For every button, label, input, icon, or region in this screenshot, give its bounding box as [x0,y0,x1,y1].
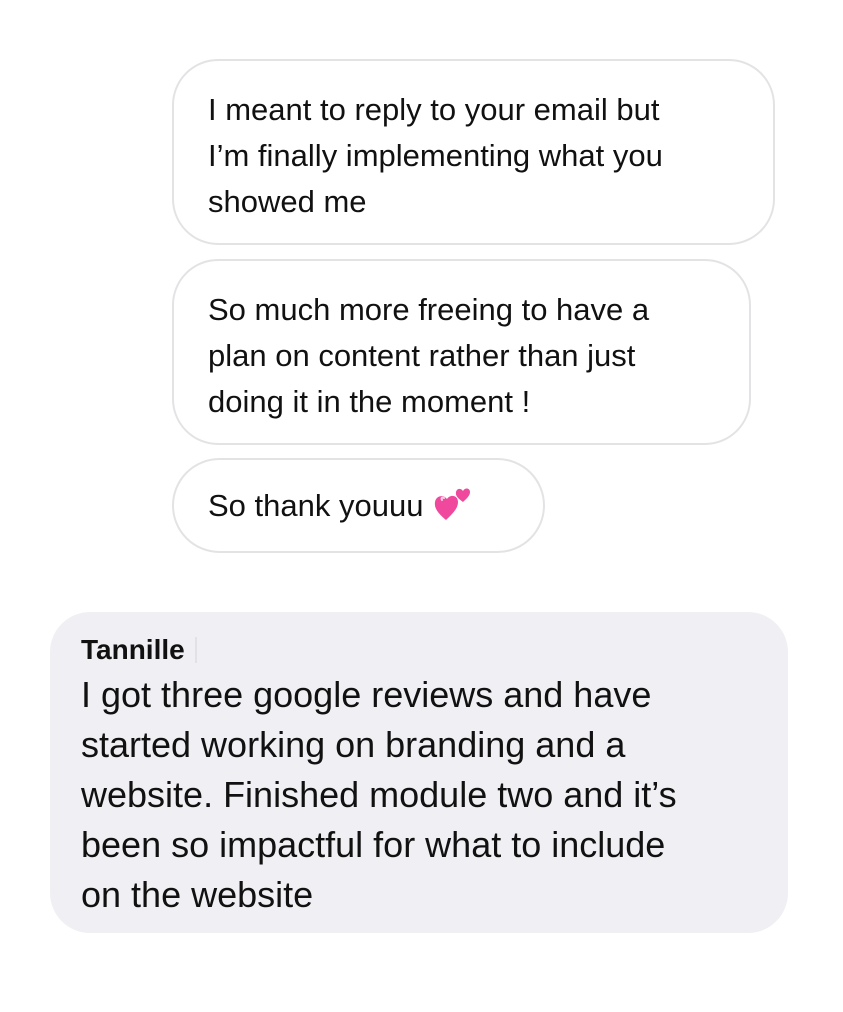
two-hearts-icon [433,486,473,522]
message-line: showed me [208,184,367,219]
message-line: So much more freeing to have a [208,292,650,327]
message-bubble[interactable]: So thank youuu [172,458,545,553]
reply-line: been so impactful for what to include [81,824,666,865]
reply-line: website. Finished module two and it’s [81,774,677,815]
sender-name: Tannille [81,634,185,665]
message-bubble[interactable]: I meant to reply to your email but I’m f… [172,59,775,245]
message-line: plan on content rather than just [208,338,636,373]
message-line: I meant to reply to your email but [208,92,660,127]
sender-name-row: Tannille [81,630,768,670]
reply-text: I got three google reviews and have star… [81,670,768,920]
reply-line: on the website [81,874,314,915]
reply-bubble[interactable]: Tannille I got three google reviews and … [50,612,788,933]
message-line: I’m finally implementing what you [208,138,663,173]
reply-line: started working on branding and a [81,724,626,765]
message-text: So thank youuu [208,488,424,523]
name-divider [194,637,197,663]
reply-line: I got three google reviews and have [81,674,652,715]
message-bubble[interactable]: So much more freeing to have a plan on c… [172,259,751,445]
message-line: doing it in the moment ! [208,384,531,419]
